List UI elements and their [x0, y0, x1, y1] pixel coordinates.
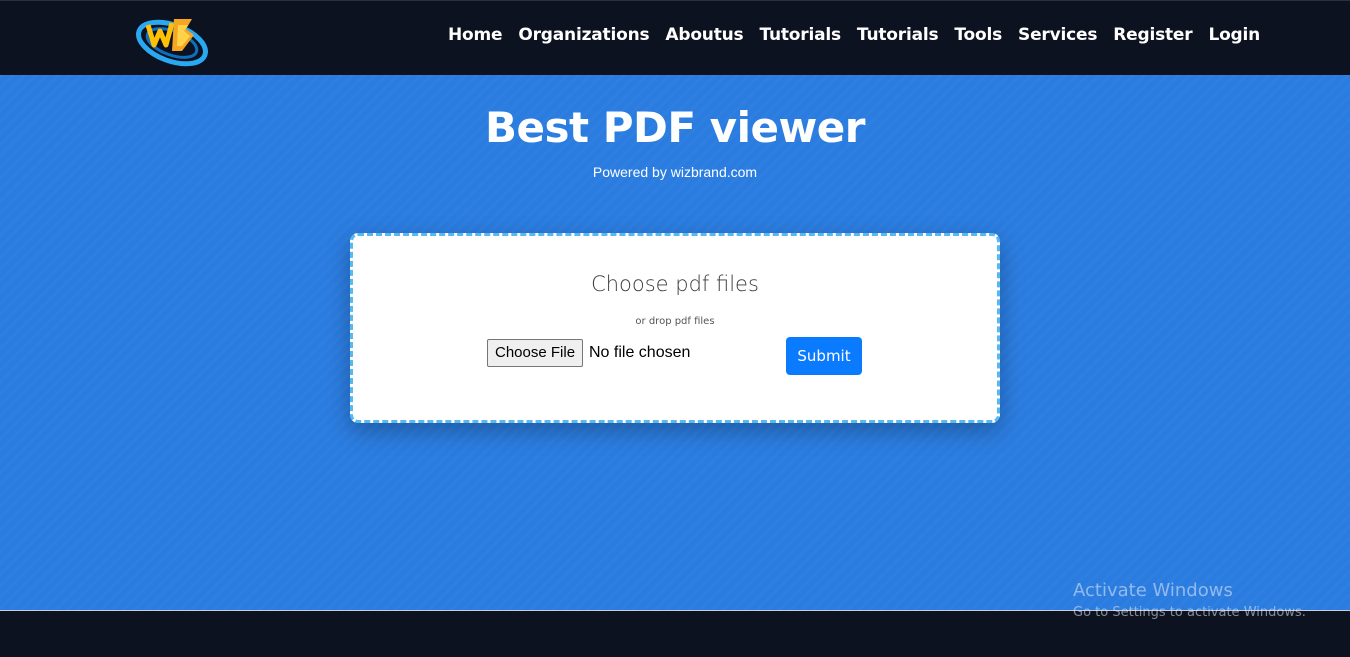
nav-tutorials[interactable]: Tutorials: [759, 25, 841, 45]
nav-login[interactable]: Login: [1208, 25, 1260, 45]
hero-section: Best PDF viewer Powered by wizbrand.com …: [0, 75, 1350, 610]
file-status-text: No file chosen: [589, 344, 691, 361]
powered-by-text: Powered by wizbrand.com: [592, 164, 758, 180]
nav-register[interactable]: Register: [1113, 25, 1192, 45]
nav-aboutus[interactable]: Aboutus: [665, 25, 743, 45]
top-navbar: Home Organizations Aboutus Tutorials Tut…: [0, 0, 1350, 75]
nav-services[interactable]: Services: [1018, 25, 1097, 45]
nav-home[interactable]: Home: [448, 25, 503, 45]
drop-hint: or drop pdf files: [635, 316, 715, 327]
upload-title: Choose pdf files: [591, 272, 759, 296]
page-title: Best PDF viewer: [485, 103, 865, 152]
nav-organizations[interactable]: Organizations: [518, 25, 649, 45]
watermark-title: Activate Windows: [1073, 580, 1233, 601]
nav-links: Home Organizations Aboutus Tutorials Tut…: [440, 25, 1268, 45]
watermark-subtitle: Go to Settings to activate Windows.: [1073, 605, 1306, 620]
nav-tutorials-2[interactable]: Tutorials: [857, 25, 939, 45]
submit-button[interactable]: Submit: [786, 337, 862, 375]
nav-tools[interactable]: Tools: [954, 25, 1002, 45]
pdf-drop-zone[interactable]: Choose pdf files or drop pdf files Choos…: [350, 233, 1000, 423]
activate-windows-watermark: Activate Windows Go to Settings to activ…: [1073, 580, 1306, 620]
wizbrand-logo[interactable]: [132, 11, 210, 67]
choose-file-button[interactable]: Choose File: [487, 339, 584, 367]
